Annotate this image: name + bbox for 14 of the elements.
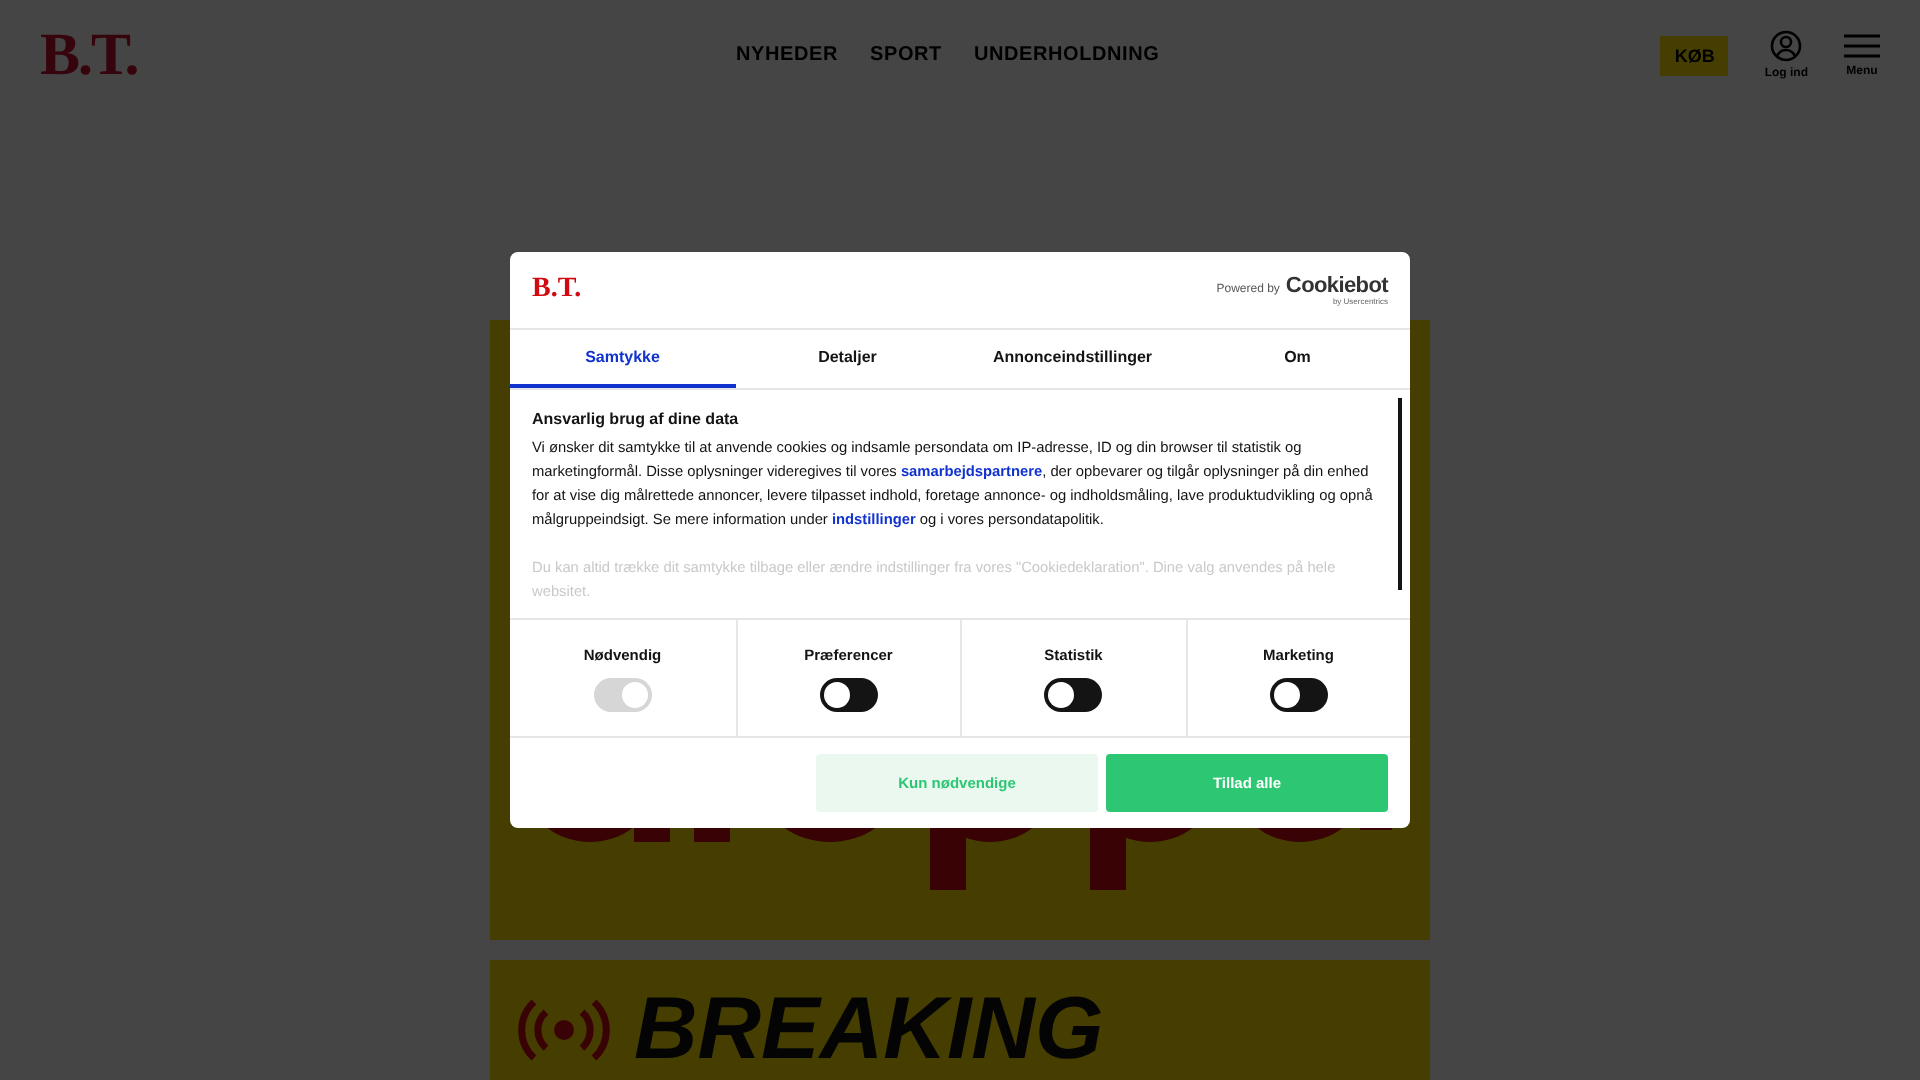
toggle-switch[interactable] xyxy=(1269,678,1328,712)
dialog-tab[interactable]: Samtykke xyxy=(510,330,735,388)
nav-link[interactable]: SPORT xyxy=(870,44,942,66)
toggle-switch[interactable] xyxy=(819,678,878,712)
nav-link[interactable]: UNDERHOLDNING xyxy=(973,44,1160,66)
dialog-tab[interactable]: Om xyxy=(1185,330,1410,388)
dialog-tab[interactable]: Annonceindstillinger xyxy=(960,330,1185,388)
cookiebot-logo[interactable]: Cookiebot xyxy=(1285,275,1388,297)
nav-link[interactable]: NYHEDER xyxy=(736,44,838,66)
dialog-logo: B.T. xyxy=(532,274,582,306)
toggle-switch[interactable] xyxy=(1044,678,1103,712)
breaking-label: BREAKING xyxy=(634,980,1104,1080)
dialog-tab[interactable]: Detaljer xyxy=(735,330,960,388)
consent-heading: Ansvarlig brug af dine data xyxy=(532,410,741,428)
